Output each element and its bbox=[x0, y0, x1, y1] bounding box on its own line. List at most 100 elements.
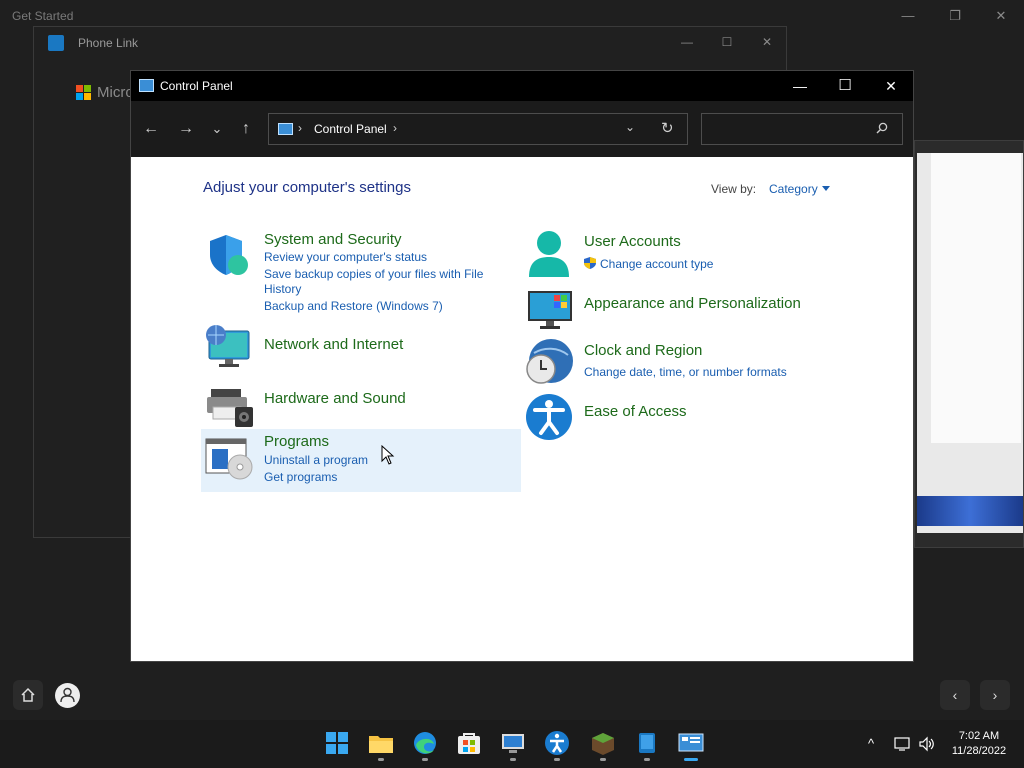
search-box[interactable] bbox=[701, 113, 903, 145]
search-input[interactable] bbox=[706, 118, 871, 140]
navigation-bar: ← → ⌄ ↑ › Control Panel › ⌄ ↻ bbox=[131, 101, 913, 157]
network-internet-title[interactable]: Network and Internet bbox=[264, 336, 403, 353]
window-title: Control Panel bbox=[160, 79, 233, 93]
page-heading: Adjust your computer's settings bbox=[203, 179, 411, 196]
appearance-monitor-icon[interactable] bbox=[526, 289, 574, 331]
phone-link-maximize-button[interactable]: ☐ bbox=[715, 32, 739, 52]
taskbar: ^ 7:02 AM 11/28/2022 bbox=[0, 720, 1024, 768]
review-status-link[interactable]: Review your computer's status bbox=[264, 250, 427, 264]
address-dropdown-button[interactable]: ⌄ bbox=[625, 120, 635, 134]
control-panel-address-icon bbox=[278, 123, 293, 135]
view-by-label: View by: bbox=[711, 182, 757, 196]
background-window-banner bbox=[917, 496, 1023, 526]
control-panel-content: Adjust your computer's settings View by:… bbox=[131, 157, 913, 661]
ease-of-access-icon[interactable] bbox=[525, 393, 573, 441]
forward-button[interactable]: → bbox=[175, 118, 197, 140]
grass-block-icon bbox=[592, 733, 614, 755]
background-window-right[interactable] bbox=[914, 140, 1024, 548]
maximize-button[interactable]: ☐ bbox=[831, 75, 859, 97]
network-icon[interactable] bbox=[894, 736, 912, 752]
mouse-cursor-icon bbox=[381, 445, 395, 465]
bg-maximize-button[interactable]: ❐ bbox=[943, 6, 967, 26]
bg-close-button[interactable]: ✕ bbox=[989, 6, 1013, 26]
control-panel-window[interactable]: Control Panel — ☐ ✕ ← → ⌄ ↑ › Control Pa… bbox=[130, 70, 914, 662]
recent-locations-button[interactable]: ⌄ bbox=[206, 118, 228, 140]
clock[interactable]: 7:02 AM 11/28/2022 bbox=[944, 729, 1014, 759]
address-separator-end[interactable]: › bbox=[393, 121, 397, 135]
phone-link-app-icon bbox=[639, 733, 655, 753]
control-panel-titlebar[interactable]: Control Panel — ☐ ✕ bbox=[131, 71, 913, 101]
file-history-link-cont[interactable]: History bbox=[264, 282, 301, 296]
clock-region-title[interactable]: Clock and Region bbox=[584, 342, 702, 359]
running-indicator bbox=[378, 758, 384, 761]
computer-icon bbox=[502, 734, 524, 753]
next-button[interactable]: › bbox=[980, 680, 1010, 710]
previous-button[interactable]: ‹ bbox=[940, 680, 970, 710]
running-indicator bbox=[600, 758, 606, 761]
back-button[interactable]: ← bbox=[140, 118, 162, 140]
microsoft-logo-icon bbox=[76, 85, 92, 101]
printer-speaker-icon[interactable] bbox=[205, 385, 255, 429]
system-security-title[interactable]: System and Security bbox=[264, 231, 402, 248]
microsoft-text: Micro bbox=[97, 84, 134, 101]
remote-desktop-button[interactable] bbox=[498, 728, 528, 761]
background-window-panel bbox=[931, 153, 1021, 443]
user-profile-button[interactable] bbox=[55, 683, 80, 708]
active-indicator bbox=[684, 758, 698, 761]
user-icon[interactable] bbox=[526, 229, 572, 279]
file-explorer-button[interactable] bbox=[366, 728, 396, 761]
close-button[interactable]: ✕ bbox=[877, 75, 905, 97]
backup-restore-link[interactable]: Backup and Restore (Windows 7) bbox=[264, 299, 443, 313]
uninstall-program-link[interactable]: Uninstall a program bbox=[264, 453, 368, 467]
view-by-dropdown[interactable]: Category bbox=[769, 182, 818, 196]
bg-minimize-button[interactable]: — bbox=[896, 6, 920, 26]
appearance-personalization-title[interactable]: Appearance and Personalization bbox=[584, 295, 801, 312]
windows-logo-icon bbox=[326, 732, 348, 754]
clock-globe-icon[interactable] bbox=[524, 337, 574, 387]
programs-title[interactable]: Programs bbox=[264, 433, 329, 450]
home-button[interactable] bbox=[13, 680, 43, 710]
running-indicator bbox=[422, 758, 428, 761]
folder-icon bbox=[369, 736, 393, 753]
phone-link-title: Phone Link bbox=[78, 36, 139, 50]
programs-icon[interactable] bbox=[204, 435, 254, 481]
network-globe-icon[interactable] bbox=[205, 323, 253, 369]
shield-icon[interactable] bbox=[206, 233, 250, 277]
accessibility-button[interactable] bbox=[542, 728, 572, 761]
running-indicator bbox=[644, 758, 650, 761]
running-indicator bbox=[510, 758, 516, 761]
user-accounts-title[interactable]: User Accounts bbox=[584, 233, 681, 250]
hardware-sound-title[interactable]: Hardware and Sound bbox=[264, 390, 406, 407]
up-button[interactable]: ↑ bbox=[235, 118, 257, 140]
address-separator: › bbox=[298, 121, 302, 135]
refresh-button[interactable]: ↻ bbox=[661, 119, 674, 137]
search-icon[interactable] bbox=[876, 122, 888, 134]
phone-link-close-button[interactable]: ✕ bbox=[755, 32, 779, 52]
accessibility-icon bbox=[545, 731, 569, 755]
phone-link-button[interactable] bbox=[632, 728, 662, 761]
phone-link-minimize-button[interactable]: — bbox=[675, 32, 699, 52]
minimize-button[interactable]: — bbox=[786, 75, 814, 97]
clock-time: 7:02 AM bbox=[958, 730, 1000, 742]
start-button[interactable] bbox=[322, 728, 352, 758]
control-panel-app-icon bbox=[678, 733, 704, 752]
show-hidden-icons-button[interactable]: ^ bbox=[868, 736, 874, 751]
person-icon bbox=[60, 687, 75, 703]
change-date-time-link[interactable]: Change date, time, or number formats bbox=[584, 365, 787, 379]
view-by-caret-icon[interactable] bbox=[822, 186, 830, 191]
store-button[interactable] bbox=[454, 728, 484, 758]
home-icon bbox=[21, 687, 35, 702]
uac-shield-icon bbox=[584, 257, 596, 269]
volume-icon[interactable] bbox=[918, 736, 936, 752]
address-text[interactable]: Control Panel bbox=[314, 122, 387, 136]
clock-date: 11/28/2022 bbox=[951, 745, 1007, 757]
ease-of-access-title[interactable]: Ease of Access bbox=[584, 403, 687, 420]
control-panel-taskbar-button[interactable] bbox=[676, 728, 706, 761]
running-indicator bbox=[554, 758, 560, 761]
file-history-link[interactable]: Save backup copies of your files with Fi… bbox=[264, 267, 483, 281]
address-bar[interactable]: › Control Panel › ⌄ ↻ bbox=[268, 113, 688, 145]
edge-button[interactable] bbox=[410, 728, 440, 761]
change-account-type-link[interactable]: Change account type bbox=[600, 257, 713, 271]
minecraft-button[interactable] bbox=[588, 728, 618, 761]
get-programs-link[interactable]: Get programs bbox=[264, 470, 337, 484]
